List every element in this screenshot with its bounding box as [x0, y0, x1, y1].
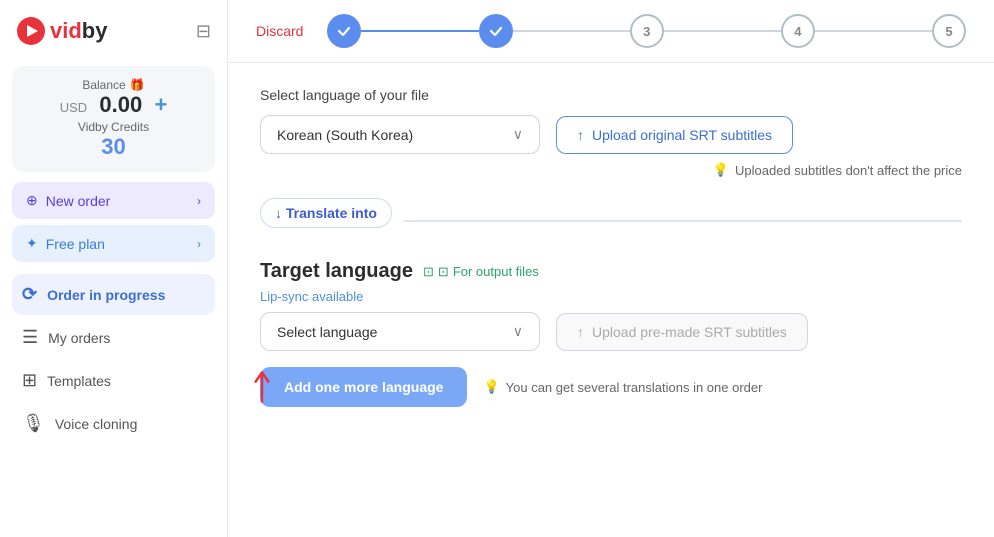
step-container: 3 4 5 [327, 14, 966, 48]
balance-label: Balance 🎁 [28, 78, 199, 92]
chevron-right-icon: › [197, 194, 201, 208]
translate-into-label: ↓ Translate into [275, 205, 377, 221]
gift-icon: 🎁 [130, 78, 145, 92]
divider-line [404, 220, 962, 222]
logo-text: vidby [50, 18, 107, 44]
for-output-badge: ⊡ ⊡ For output files [423, 264, 539, 280]
step-line-4-5 [815, 30, 932, 32]
file-language-label: Select language of your file [260, 87, 962, 103]
new-order-icon: ⊕ [26, 192, 38, 209]
add-balance-button[interactable]: + [154, 92, 167, 117]
sidebar-item-label: Order in progress [47, 287, 165, 303]
step-1 [327, 14, 361, 48]
logo-icon [16, 16, 46, 46]
file-language-value: Korean (South Korea) [277, 127, 413, 143]
upload-hint-row: 💡 Uploaded subtitles don't affect the pr… [260, 162, 962, 178]
target-language-header: Target language ⊡ ⊡ For output files [260, 260, 962, 283]
topbar: Discard 3 4 5 [228, 0, 994, 63]
balance-card: Balance 🎁 USD 0.00 + Vidby Credits 30 [12, 66, 215, 172]
step-line-3-4 [664, 30, 781, 32]
upload-srt-button[interactable]: ↑ Upload original SRT subtitles [556, 116, 793, 154]
action-row: Add one more language 💡 You can get seve… [260, 367, 962, 407]
sidebar: vidby ⊟ Balance 🎁 USD 0.00 + Vidby Credi… [0, 0, 228, 537]
credits-amount: 30 [28, 134, 199, 160]
templates-icon: ⊞ [22, 370, 37, 391]
monitor-icon: ⊡ [423, 264, 434, 280]
logo-area: vidby ⊟ [12, 16, 215, 46]
balance-amount: USD 0.00 + [28, 92, 199, 118]
target-language-row: Select language ∨ ↑ Upload pre-made SRT … [260, 312, 962, 351]
step-line-2-3 [513, 30, 630, 32]
upload-srt-label: Upload original SRT subtitles [592, 127, 772, 143]
for-output-label: For output files [453, 264, 539, 279]
logo: vidby [16, 16, 107, 46]
lightbulb-icon-2: 💡 [483, 379, 499, 395]
file-language-row: Korean (South Korea) ∨ ↑ Upload original… [260, 115, 962, 154]
sidebar-item-templates[interactable]: ⊞ Templates [12, 360, 215, 401]
you-can-hint-text: You can get several translations in one … [506, 380, 763, 395]
red-arrow-indicator [252, 365, 282, 410]
credits-label: Vidby Credits [28, 120, 199, 134]
sidebar-item-label: Templates [47, 373, 111, 389]
main-area: Discard 3 4 5 [228, 0, 994, 537]
target-language-title: Target language [260, 260, 413, 283]
new-order-button[interactable]: ⊕ New order › [12, 182, 215, 219]
translate-into-divider: ↓ Translate into [260, 198, 962, 244]
step-2 [479, 14, 513, 48]
my-orders-icon: ☰ [22, 327, 38, 348]
translate-into-button[interactable]: ↓ Translate into [260, 198, 392, 228]
free-plan-label: Free plan [46, 236, 105, 252]
upload-premade-label: Upload pre-made SRT subtitles [592, 324, 787, 340]
monitor-icon-2: ⊡ [438, 264, 449, 280]
step-5: 5 [932, 14, 966, 48]
sidebar-nav: ⟳ Order in progress ☰ My orders ⊞ Templa… [12, 274, 215, 446]
sidebar-item-my-orders[interactable]: ☰ My orders [12, 317, 215, 358]
chevron-down-icon-2: ∨ [513, 323, 523, 340]
step-3: 3 [630, 14, 664, 48]
select-language-placeholder: Select language [277, 324, 377, 340]
step-4: 4 [781, 14, 815, 48]
content-area: Select language of your file Korean (Sou… [228, 63, 994, 537]
chevron-down-icon: ∨ [513, 126, 523, 143]
upload-premade-icon: ↑ [577, 324, 584, 340]
you-can-hint: 💡 You can get several translations in on… [483, 379, 762, 395]
upload-premade-button: ↑ Upload pre-made SRT subtitles [556, 313, 808, 351]
target-language-dropdown[interactable]: Select language ∨ [260, 312, 540, 351]
voice-cloning-icon: 🎙 [22, 413, 45, 434]
new-order-label: New order [46, 193, 111, 209]
file-language-dropdown[interactable]: Korean (South Korea) ∨ [260, 115, 540, 154]
add-language-button[interactable]: Add one more language [260, 367, 467, 407]
sidebar-item-order-in-progress[interactable]: ⟳ Order in progress [12, 274, 215, 315]
sidebar-item-label: Voice cloning [55, 416, 138, 432]
order-in-progress-icon: ⟳ [22, 284, 37, 305]
free-plan-button[interactable]: ✦ Free plan › [12, 225, 215, 262]
lip-sync-label: Lip-sync available [260, 289, 962, 304]
free-plan-icon: ✦ [26, 235, 38, 252]
chevron-right-icon-2: › [197, 237, 201, 251]
step-line-1-2 [361, 30, 478, 32]
discard-button[interactable]: Discard [256, 23, 303, 39]
sidebar-item-label: My orders [48, 330, 110, 346]
upload-hint-text: Uploaded subtitles don't affect the pric… [735, 163, 962, 178]
sidebar-toggle-icon[interactable]: ⊟ [196, 21, 211, 42]
lightbulb-icon: 💡 [713, 162, 729, 178]
upload-icon: ↑ [577, 127, 584, 143]
sidebar-item-voice-cloning[interactable]: 🎙 Voice cloning [12, 403, 215, 444]
